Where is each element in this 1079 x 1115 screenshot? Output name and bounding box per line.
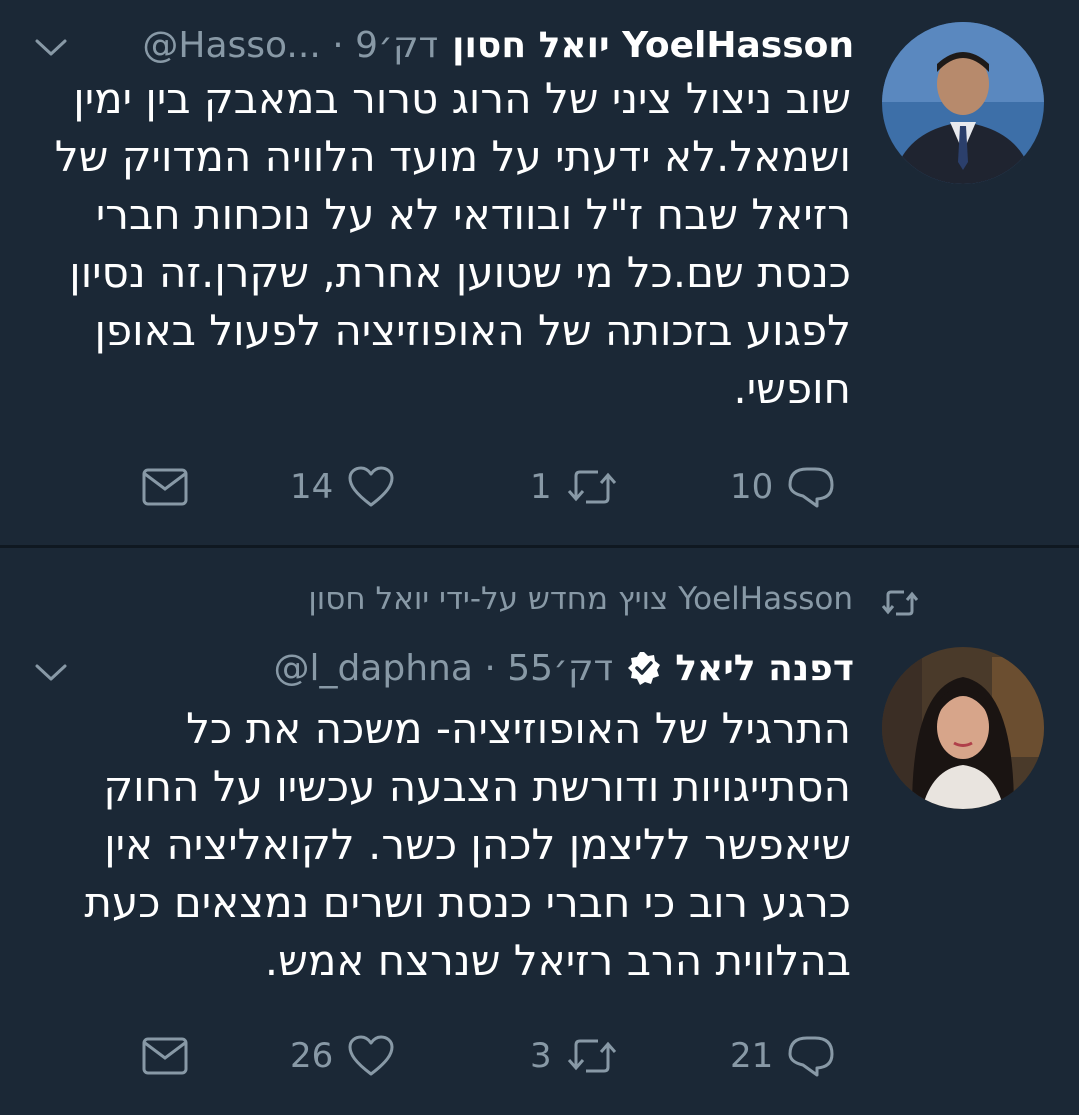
reply-button[interactable]: 10 — [730, 462, 835, 512]
direct-message-icon — [142, 468, 188, 506]
avatar[interactable] — [882, 647, 1044, 809]
retweeted-by-label[interactable]: צויץ מחדש על-ידי יואל חסון YoelHasson — [308, 581, 853, 617]
retweet-count: 3 — [530, 1036, 552, 1076]
tweet-actions: 14 1 10 — [130, 462, 860, 512]
tweet-header: יואל חסון YoelHasson @Hasso... · 9דק׳ — [70, 20, 854, 70]
author-name[interactable]: יואל חסון YoelHasson — [452, 25, 854, 66]
retweet-icon — [881, 590, 919, 616]
like-icon — [348, 1035, 394, 1076]
retweet-icon — [567, 1039, 616, 1073]
like-button[interactable]: 14 — [290, 462, 395, 512]
direct-message-button[interactable] — [142, 462, 188, 512]
reply-icon — [788, 1036, 834, 1077]
like-icon — [348, 466, 394, 507]
tweet[interactable]: יואל חסון YoelHasson @Hasso... · 9דק׳ שו… — [0, 0, 1079, 545]
like-count: 26 — [290, 1036, 334, 1076]
like-button[interactable]: 26 — [290, 1031, 395, 1081]
tweet-header: דפנה ליאל @l_daphna · 55דק׳ — [70, 643, 854, 693]
reply-icon — [788, 467, 834, 508]
author-handle-and-time[interactable]: @l_daphna · 55דק׳ — [273, 648, 613, 689]
tweet-text: שוב ניצול ציני של הרוג טרור במאבק בין ימ… — [54, 74, 851, 413]
retweet-button[interactable]: 1 — [530, 462, 618, 512]
like-count: 14 — [290, 467, 334, 507]
retweet-button[interactable]: 3 — [530, 1031, 618, 1081]
tweet-text: התרגיל של האופוזיציה- משכה את כל הסתייגו… — [84, 704, 851, 985]
reply-button[interactable]: 21 — [730, 1031, 835, 1081]
chevron-down-icon[interactable] — [34, 660, 68, 684]
retweet-count: 1 — [530, 467, 552, 507]
reply-count: 21 — [730, 1036, 774, 1076]
avatar[interactable] — [882, 22, 1044, 184]
verified-badge-icon — [628, 652, 661, 685]
direct-message-icon — [142, 1037, 188, 1075]
author-name[interactable]: דפנה ליאל — [675, 648, 854, 689]
author-handle-and-time[interactable]: @Hasso... · 9דק׳ — [142, 25, 438, 66]
tweet[interactable]: צויץ מחדש על-ידי יואל חסון YoelHasson דפ… — [0, 548, 1079, 1115]
chevron-down-icon[interactable] — [34, 35, 68, 59]
direct-message-button[interactable] — [142, 1031, 188, 1081]
tweet-actions: 26 3 21 — [130, 1031, 860, 1081]
retweet-icon — [567, 470, 616, 504]
reply-count: 10 — [730, 467, 774, 507]
